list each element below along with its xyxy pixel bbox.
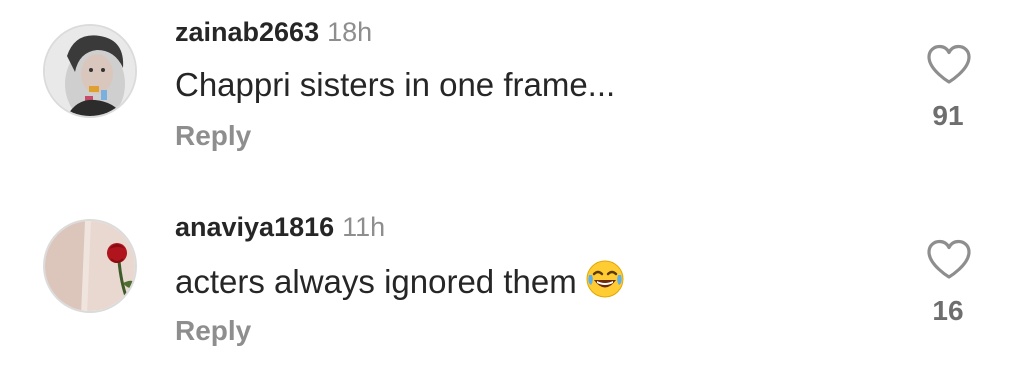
- woman-portrait-avatar-icon: [45, 26, 135, 116]
- timestamp: 18h: [327, 17, 373, 47]
- heart-icon: [927, 239, 971, 279]
- like-count: 91: [932, 100, 964, 131]
- avatar[interactable]: [43, 24, 137, 118]
- reply-button[interactable]: Reply: [175, 118, 251, 154]
- comment-text: Chappri sisters in one frame...: [175, 66, 616, 103]
- reply-button[interactable]: Reply: [175, 313, 251, 349]
- rose-avatar-icon: [45, 221, 135, 311]
- comment-item: zainab2663 18h Chappri sisters in one fra…: [0, 0, 1024, 190]
- comment-header: anaviya1816 11h: [175, 209, 385, 245]
- timestamp: 11h: [342, 212, 386, 242]
- avatar[interactable]: [43, 219, 137, 313]
- face-with-tears-of-joy-emoji-icon: [585, 259, 625, 309]
- username[interactable]: zainab2663: [175, 17, 319, 47]
- comment-text-container: acters always ignored them: [175, 259, 625, 309]
- like-button[interactable]: [926, 44, 972, 86]
- comment-item: anaviya1816 11h acters always ignored the…: [0, 195, 1024, 385]
- like-button[interactable]: [926, 239, 972, 281]
- heart-icon: [927, 44, 971, 84]
- comment-text: acters always ignored them: [175, 263, 577, 300]
- comment-header: zainab2663 18h: [175, 14, 372, 50]
- username[interactable]: anaviya1816: [175, 212, 334, 242]
- like-count: 16: [932, 295, 964, 326]
